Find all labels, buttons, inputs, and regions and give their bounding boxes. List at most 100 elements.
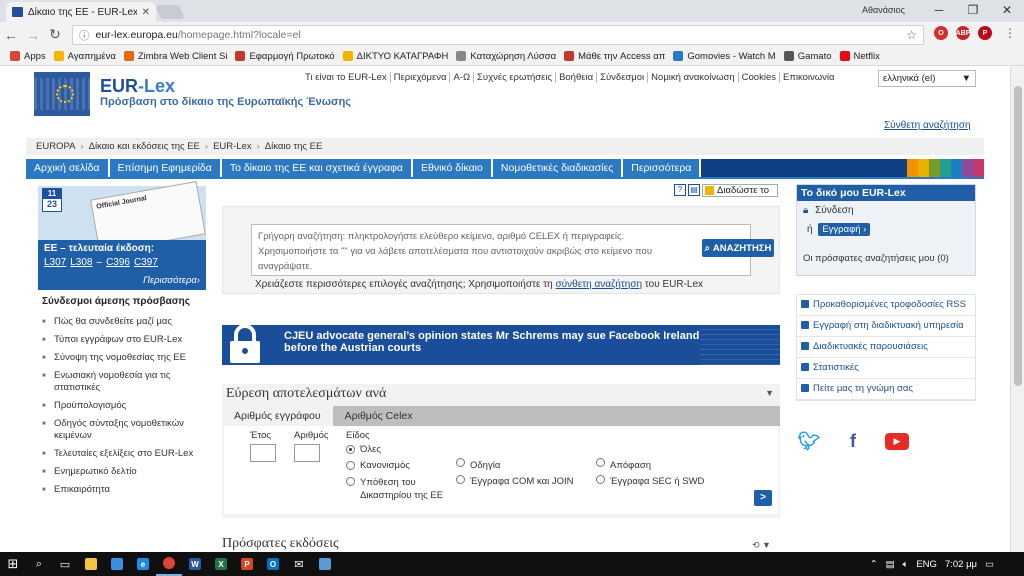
minimize-icon[interactable]: ─	[922, 0, 956, 20]
bookmark-item[interactable]: Gomovies - Watch M	[669, 51, 779, 62]
notifications-icon[interactable]: ▭	[985, 559, 994, 570]
search-taskbar-icon[interactable]: ⌕	[26, 552, 52, 576]
quicklink-item[interactable]: Προϋπολογισμός	[42, 400, 214, 412]
number-input[interactable]	[294, 444, 320, 462]
powerpoint-icon[interactable]: P	[234, 552, 260, 576]
breadcrumb-item[interactable]: Δίκαιο της ΕΕ	[265, 141, 323, 152]
quicklink-item[interactable]: Τύποι εγγράφων στο EUR-Lex	[42, 334, 214, 346]
top-link[interactable]: Βοήθεια	[556, 72, 598, 83]
bookmark-item[interactable]: Εφαρμογή Πρωτοκό	[231, 51, 338, 62]
search-button[interactable]: ⌕ ΑΝΑΖΗΤΗΣΗ	[702, 239, 774, 257]
help-icon[interactable]: ?	[674, 184, 686, 196]
forward-icon[interactable]: →	[22, 27, 44, 43]
service-link[interactable]: Στατιστικές	[797, 358, 975, 379]
bookmark-star-icon[interactable]: ☆	[906, 28, 917, 42]
close-tab-icon[interactable]: ✕	[142, 7, 150, 18]
top-link[interactable]: Α-Ω	[450, 72, 475, 83]
quicklink-item[interactable]: Τελευταίες εξελίξεις στο EUR-Lex	[42, 448, 214, 460]
mail-icon[interactable]: ✉	[286, 552, 312, 576]
service-link[interactable]: Προκαθορισμένες τροφοδοσίες RSS	[797, 295, 975, 316]
journal-link[interactable]: C397	[134, 257, 158, 268]
browser-tab[interactable]: Δίκαιο της ΕΕ - EUR-Lex ✕	[6, 2, 156, 22]
print-icon[interactable]: ▤	[688, 184, 700, 196]
chrome-icon[interactable]	[156, 552, 182, 576]
recent-queries-link[interactable]: Οι πρόσφατες αναζητήσεις μου (0)	[803, 253, 971, 265]
info-icon[interactable]: ⓘ	[79, 28, 90, 43]
recent-options-icon[interactable]: ⟲ ▼	[752, 540, 771, 551]
news-banner[interactable]: CJEU advocate general’s opinion states M…	[222, 325, 780, 365]
quicklink-item[interactable]: Ενωσιακή νομοθεσία για τις στατιστικές	[42, 370, 214, 394]
network-app-icon[interactable]	[312, 552, 338, 576]
volume-icon[interactable]: 🔈︎	[903, 559, 909, 570]
journal-link[interactable]: L307	[44, 257, 66, 268]
register-button[interactable]: Εγγραφή ›	[818, 223, 871, 236]
bookmark-item[interactable]: Gamato	[780, 51, 836, 62]
nav-tab[interactable]: Περισσότερα	[623, 159, 702, 177]
top-link[interactable]: Σύνδεσμοι	[597, 72, 649, 83]
service-link[interactable]: Εγγραφή στη διαδικτυακή υπηρεσία	[797, 316, 975, 337]
network-icon[interactable]: ▤	[886, 559, 895, 570]
service-link[interactable]: Διαδικτυακές παρουσιάσεις	[797, 337, 975, 358]
radio-regulation[interactable]	[346, 461, 355, 470]
bookmark-item[interactable]: Zimbra Web Client Si	[120, 51, 232, 62]
radio-sec[interactable]	[596, 475, 605, 484]
nav-tab[interactable]: Το δίκαιο της ΕΕ και σχετικά έγγραφα	[221, 159, 413, 177]
top-link[interactable]: Περιεχόμενα	[391, 72, 451, 83]
profile-name[interactable]: Αθανάσιος	[862, 5, 905, 15]
top-link[interactable]: Συχνές ερωτήσεις	[474, 72, 557, 83]
tab-document-number[interactable]: Αριθμός εγγράφου	[222, 406, 333, 426]
bookmark-item[interactable]: Αγαπημένα	[50, 51, 120, 62]
bookmark-item[interactable]: Καταχώρηση Λύσσα	[452, 51, 560, 62]
twitter-icon[interactable]: 🐦︎	[796, 430, 822, 452]
nav-tab[interactable]: Νομοθετικές διαδικασίες	[492, 159, 624, 177]
top-link[interactable]: Επικοινωνία	[780, 72, 838, 83]
close-window-icon[interactable]: ✕	[990, 0, 1024, 20]
quicklink-item[interactable]: Σύνοψη της νομοθεσίας της ΕΕ	[42, 352, 214, 364]
nav-tab[interactable]: Εθνικό δίκαιο	[413, 159, 493, 177]
radio-decision[interactable]	[596, 458, 605, 467]
year-input[interactable]	[250, 444, 276, 462]
input-language[interactable]: ENG	[916, 559, 937, 570]
quicklink-item[interactable]: Επικαιρότητα	[42, 484, 214, 496]
eu-flag-logo[interactable]	[28, 72, 96, 116]
new-tab-button[interactable]	[155, 5, 185, 19]
adblock-icon[interactable]: ABP	[956, 26, 970, 40]
youtube-icon[interactable]: ▶	[884, 430, 910, 452]
bookmark-item[interactable]: Μάθε την Access απ	[560, 51, 669, 62]
outlook-icon[interactable]: O	[260, 552, 286, 576]
breadcrumb-item[interactable]: EUROPA	[36, 141, 75, 152]
quicklink-item[interactable]: Πώς θα συνδεθείτε μαζί μας	[42, 316, 214, 328]
share-button[interactable]: Διαδώστε το	[702, 184, 778, 197]
radio-com[interactable]	[456, 475, 465, 484]
nav-tab[interactable]: Επίσημη Εφημερίδα	[109, 159, 222, 177]
menu-icon[interactable]: ⋮	[1004, 26, 1016, 40]
windows-start-icon[interactable]: ⊞	[0, 552, 26, 576]
excel-icon[interactable]: X	[208, 552, 234, 576]
reload-icon[interactable]: ↻	[44, 26, 66, 43]
results-go-button[interactable]: >	[754, 490, 772, 506]
quicklink-item[interactable]: Οδηγός σύνταξης νομοθετικών κειμένων	[42, 418, 214, 442]
bookmark-item[interactable]: Apps	[6, 51, 50, 62]
opera-extension-icon[interactable]: O	[934, 26, 948, 40]
breadcrumb-item[interactable]: Δίκαιο και εκδόσεις της ΕΕ	[89, 141, 200, 152]
bookmark-item[interactable]: ΔΙΚΤΥΟ ΚΑΤΑΓΡΑΦΗ	[339, 51, 453, 62]
site-brand[interactable]: EUR-Lex	[100, 76, 175, 97]
login-link[interactable]: Σύνδεση	[815, 205, 853, 216]
scrollbar-thumb[interactable]	[1014, 86, 1022, 386]
pinterest-icon[interactable]: P	[978, 26, 992, 40]
radio-all[interactable]	[346, 445, 355, 454]
advanced-search-inline-link[interactable]: σύνθετη αναζήτηση	[556, 279, 643, 290]
top-link[interactable]: Νομική ανακοίνωση	[648, 72, 739, 83]
store-icon[interactable]	[104, 552, 130, 576]
task-view-icon[interactable]: ▭	[52, 552, 78, 576]
word-icon[interactable]: W	[182, 552, 208, 576]
radio-directive[interactable]	[456, 458, 465, 467]
news-headline[interactable]: CJEU advocate general’s opinion states M…	[284, 330, 699, 354]
language-select[interactable]: ελληνικά (el) ▼	[878, 70, 976, 87]
journal-link[interactable]: C396	[106, 257, 130, 268]
quicklink-item[interactable]: Ενημερωτικό δελτίο	[42, 466, 214, 478]
top-link[interactable]: Τι είναι το EUR-Lex	[302, 72, 391, 83]
facebook-icon[interactable]: f	[840, 430, 866, 452]
advanced-search-link[interactable]: Σύνθετη αναζήτηση	[884, 120, 971, 131]
journal-link[interactable]: L308	[70, 257, 92, 268]
